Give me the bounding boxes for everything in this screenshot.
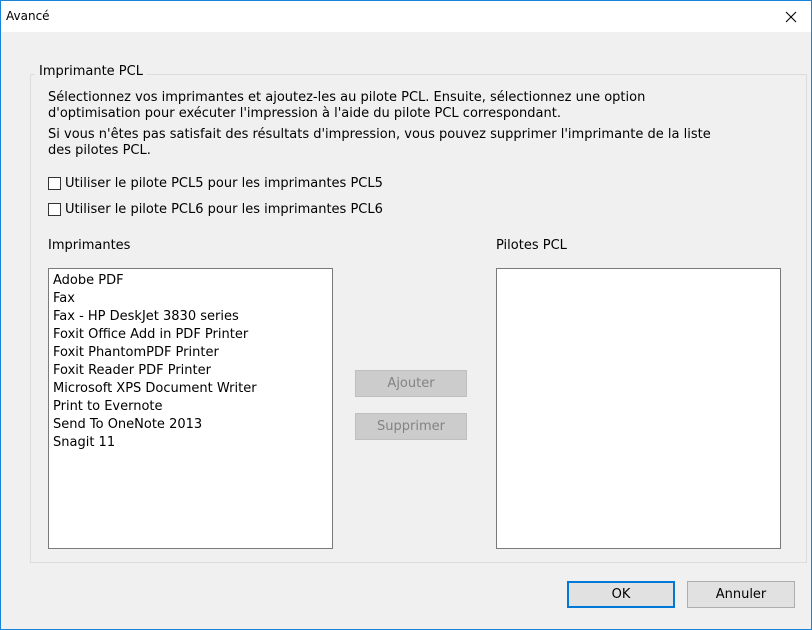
pcl6-checkbox-label: Utiliser le pilote PCL6 pour les imprima…: [65, 201, 383, 217]
description-2-line-2: des pilotes PCL.: [48, 143, 151, 158]
remove-button[interactable]: Supprimer: [355, 413, 467, 440]
close-icon: [785, 11, 797, 22]
printers-listbox[interactable]: Adobe PDF Fax Fax - HP DeskJet 3830 series…: [48, 268, 333, 549]
window-title: Avancé: [6, 9, 50, 23]
printer-list-item[interactable]: Foxit PhantomPDF Printer: [53, 344, 332, 362]
printer-list-item[interactable]: Send To OneNote 2013: [53, 416, 332, 434]
printer-list-item[interactable]: Foxit Office Add in PDF Printer: [53, 326, 332, 344]
pcl-drivers-label: Pilotes PCL: [496, 238, 567, 253]
pcl5-checkbox-label: Utiliser le pilote PCL5 pour les imprima…: [65, 175, 383, 191]
description-2: Si vous n'êtes pas satisfait des résulta…: [48, 127, 748, 159]
advanced-dialog: Avancé Imprimante PCL Sélectionnez vos i…: [0, 0, 812, 630]
printer-list-item[interactable]: Microsoft XPS Document Writer: [53, 380, 332, 398]
printers-list: Adobe PDF Fax Fax - HP DeskJet 3830 series…: [49, 269, 332, 452]
add-button[interactable]: Ajouter: [355, 370, 467, 397]
pcl6-checkbox[interactable]: [48, 202, 61, 216]
printer-list-item[interactable]: Snagit 11: [53, 434, 332, 452]
description-1-line-1: Sélectionnez vos imprimantes et ajoutez-…: [48, 90, 646, 105]
printer-list-item[interactable]: Fax - HP DeskJet 3830 series: [53, 308, 332, 326]
description-2-line-1: Si vous n'êtes pas satisfait des résulta…: [48, 127, 711, 142]
ok-button[interactable]: OK: [567, 581, 675, 608]
pcl5-checkbox-row[interactable]: Utiliser le pilote PCL5 pour les imprima…: [48, 175, 383, 191]
group-legend: Imprimante PCL: [35, 64, 147, 79]
printer-list-item[interactable]: Adobe PDF: [53, 272, 332, 290]
cancel-button[interactable]: Annuler: [687, 581, 795, 608]
printer-list-item[interactable]: Foxit Reader PDF Printer: [53, 362, 332, 380]
pcl-drivers-listbox[interactable]: [496, 268, 781, 549]
printer-list-item[interactable]: Fax: [53, 290, 332, 308]
pcl5-checkbox[interactable]: [48, 176, 61, 190]
pcl6-checkbox-row[interactable]: Utiliser le pilote PCL6 pour les imprima…: [48, 201, 383, 217]
description-1-line-2: d'optimisation pour exécuter l'impressio…: [48, 106, 561, 121]
close-button[interactable]: [771, 1, 811, 32]
title-bar: Avancé: [1, 1, 811, 32]
description-1: Sélectionnez vos imprimantes et ajoutez-…: [48, 90, 748, 122]
printers-label: Imprimantes: [48, 238, 131, 253]
printer-list-item[interactable]: Print to Evernote: [53, 398, 332, 416]
